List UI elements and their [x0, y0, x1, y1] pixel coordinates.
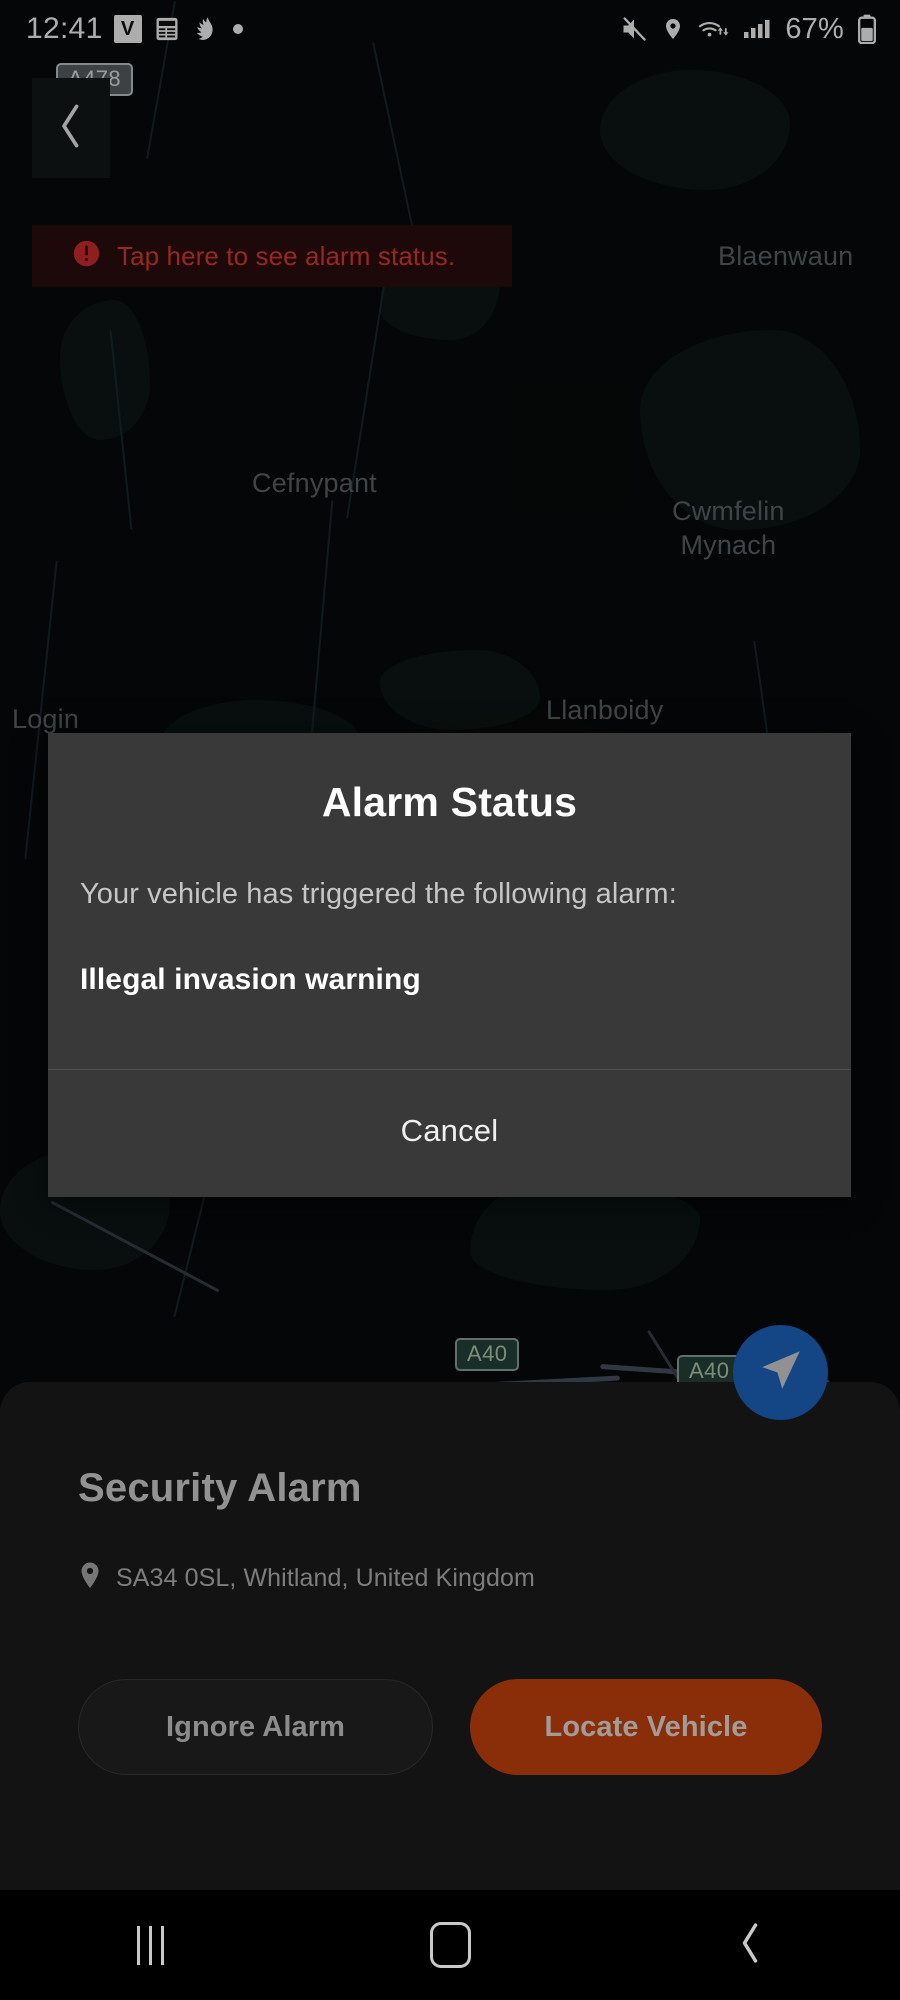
- dialog-title: Alarm Status: [321, 779, 578, 825]
- dialog-alarm-name: Illegal invasion warning: [80, 963, 421, 996]
- nav-recents-button[interactable]: [50, 1890, 250, 2000]
- dialog-subtitle: Your vehicle has triggered the following…: [80, 878, 677, 910]
- nav-back-button[interactable]: [650, 1890, 850, 2000]
- back-chevron-icon: [737, 1921, 763, 1970]
- android-nav-bar: [0, 1890, 900, 2000]
- phone-screen: Blaenwaun Cefnypant Cwmfelin Mynach Logi…: [0, 0, 900, 2000]
- recents-icon: [136, 1925, 164, 1965]
- home-icon: [429, 1922, 471, 1968]
- nav-home-button[interactable]: [350, 1890, 550, 2000]
- alarm-status-dialog: Alarm Status Your vehicle has triggered …: [48, 733, 851, 1197]
- dialog-cancel-button[interactable]: Cancel: [48, 1070, 851, 1197]
